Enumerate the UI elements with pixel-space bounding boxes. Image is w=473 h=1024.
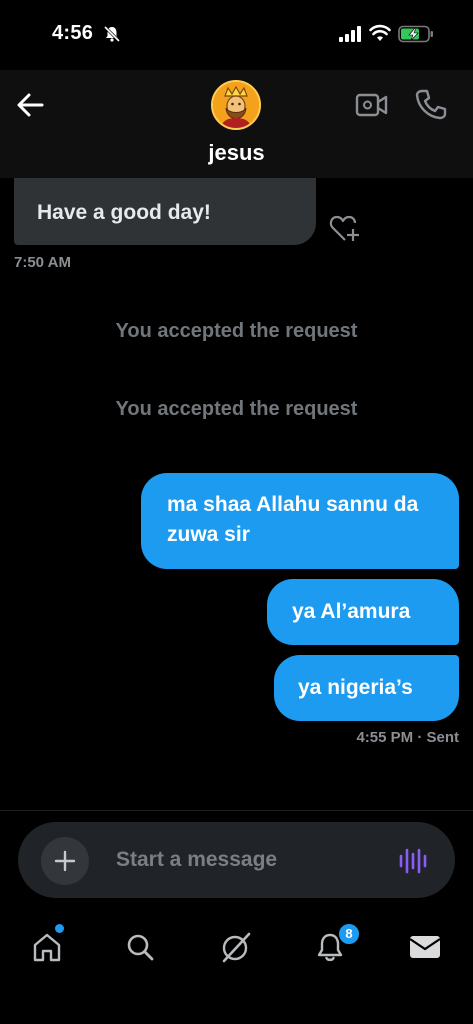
tab-grok[interactable] <box>216 927 256 967</box>
wifi-icon <box>369 24 391 47</box>
divider <box>0 810 473 811</box>
system-message: You accepted the request <box>115 320 358 342</box>
message-composer <box>18 822 455 898</box>
plus-icon <box>54 850 76 872</box>
search-icon <box>127 934 154 961</box>
king-avatar-icon <box>213 82 259 128</box>
outgoing-message[interactable]: ya Al’amura <box>267 579 459 645</box>
envelope-icon <box>409 936 441 958</box>
bottom-tab-bar: 8 <box>0 912 473 1024</box>
voice-wave-icon <box>399 848 427 874</box>
add-media-button[interactable] <box>41 837 89 885</box>
outgoing-message[interactable]: ya nigeria’s <box>274 655 459 721</box>
arrow-left-icon <box>17 93 44 117</box>
home-unread-dot <box>55 924 64 933</box>
phone-icon <box>415 89 447 120</box>
bell-slash-icon <box>103 25 121 48</box>
conversation-header: jesus <box>0 70 473 178</box>
video-call-button[interactable] <box>355 90 389 120</box>
battery-charging-icon <box>398 25 434 48</box>
video-camera-icon <box>355 93 388 117</box>
status-bar: 4:56 <box>0 0 473 70</box>
outgoing-message[interactable]: ma shaa Allahu sannu da zuwa sir <box>141 473 459 569</box>
grok-icon <box>222 932 251 963</box>
avatar[interactable] <box>211 80 261 130</box>
status-time: 4:56 <box>52 22 94 44</box>
message-list[interactable]: Have a good day! 7:50 AM You accepted th… <box>0 178 473 810</box>
voice-message-button[interactable] <box>398 846 428 876</box>
home-icon <box>33 933 61 962</box>
incoming-message[interactable]: Have a good day! <box>14 178 316 245</box>
react-button[interactable] <box>328 214 362 244</box>
message-input[interactable] <box>116 845 376 875</box>
sent-status: 4:55 PM · Sent <box>356 729 459 746</box>
tab-messages[interactable] <box>405 927 445 967</box>
signal-icon <box>339 26 363 47</box>
tab-search[interactable] <box>120 927 160 967</box>
heart-plus-icon <box>329 215 359 241</box>
notification-count-badge: 8 <box>337 922 361 946</box>
phone-call-button[interactable] <box>414 87 448 121</box>
contact-name[interactable]: jesus <box>0 140 473 166</box>
message-timestamp: 7:50 AM <box>14 254 71 271</box>
tab-home[interactable] <box>27 927 67 967</box>
back-button[interactable] <box>14 88 48 122</box>
system-message: You accepted the request <box>115 398 358 420</box>
